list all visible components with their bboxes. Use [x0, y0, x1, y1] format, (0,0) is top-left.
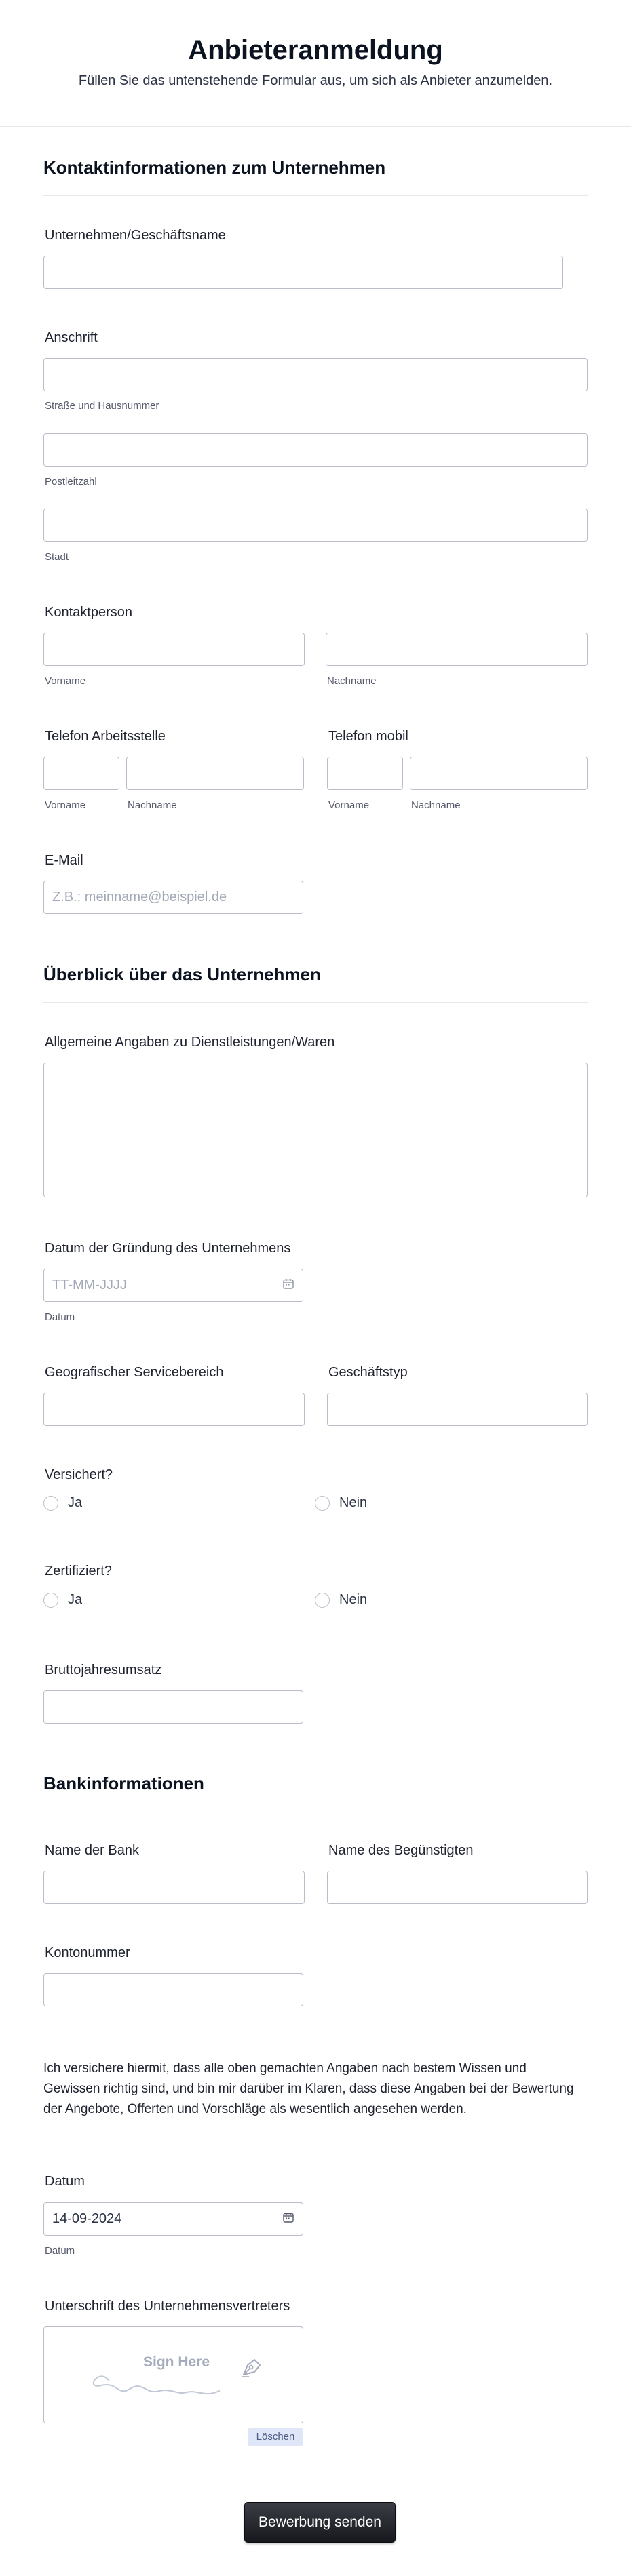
label-founding-date: Datum der Gründung des Unternehmens [45, 1241, 291, 1256]
label-bank-name: Name der Bank [45, 1843, 139, 1858]
submit-button[interactable]: Bewerbung senden [244, 2502, 396, 2543]
business-type-input[interactable] [327, 1393, 588, 1426]
radio-circle[interactable] [43, 1495, 58, 1511]
radio-insured-no[interactable]: Nein [315, 1495, 367, 1511]
general-info-textarea[interactable] [43, 1063, 588, 1197]
section-title-contact: Kontaktinformationen zum Unternehmen [43, 157, 386, 178]
radio-circle[interactable] [43, 1592, 58, 1608]
label-phone-work: Telefon Arbeitsstelle [45, 729, 166, 744]
phone-mobile-area-input[interactable] [327, 757, 403, 790]
label-contact-person: Kontaktperson [45, 605, 132, 620]
radio-circle[interactable] [315, 1592, 330, 1608]
label-signature: Unterschrift des Unternehmensvertreters [45, 2299, 290, 2314]
phone-work-area-input[interactable] [43, 757, 119, 790]
sublabel-founding-date: Datum [45, 1311, 75, 1323]
label-general-info: Allgemeine Angaben zu Dienstleistungen/W… [45, 1035, 335, 1050]
label-service-area: Geografischer Servicebereich [45, 1365, 224, 1380]
radio-certified-yes[interactable]: Ja [43, 1592, 82, 1608]
radio-label: Ja [68, 1495, 83, 1510]
form-subtitle: Füllen Sie das untenstehende Formular au… [78, 73, 553, 88]
radio-circle[interactable] [315, 1495, 330, 1511]
radio-label: Nein [339, 1495, 368, 1510]
sublabel-phone-work-first: Vorname [45, 799, 86, 811]
sublabel-last-name: Nachname [327, 675, 377, 687]
calendar-icon[interactable] [282, 1277, 294, 1294]
sublabel-street: Straße und Hausnummer [45, 400, 159, 412]
radio-label: Ja [68, 1592, 83, 1607]
phone-mobile-number-input[interactable] [410, 757, 588, 790]
phone-work-number-input[interactable] [126, 757, 304, 790]
label-account-number: Kontonummer [45, 1945, 130, 1960]
founding-date-placeholder: TT-MM-JJJJ [52, 1277, 127, 1292]
header-divider [0, 126, 631, 127]
label-date: Datum [45, 2174, 85, 2189]
label-certified: Zertifiziert? [45, 1564, 112, 1579]
city-input[interactable] [43, 509, 588, 542]
label-address: Anschrift [45, 330, 98, 345]
contact-last-name-input[interactable] [326, 633, 588, 666]
label-email: E-Mail [45, 853, 83, 868]
revenue-input[interactable] [43, 1690, 303, 1724]
radio-insured-yes[interactable]: Ja [43, 1495, 82, 1511]
section-divider [43, 1002, 588, 1003]
street-input[interactable] [43, 358, 588, 391]
signature-placeholder-text: Sign Here [143, 2354, 210, 2370]
section-divider [43, 195, 588, 196]
sublabel-city: Stadt [45, 551, 69, 563]
company-name-input[interactable] [43, 256, 563, 289]
pen-nib-icon [240, 2356, 264, 2382]
calendar-icon[interactable] [282, 2211, 294, 2227]
sublabel-first-name: Vorname [45, 675, 86, 687]
signature-pad[interactable]: Sign Here [43, 2326, 303, 2423]
section-title-overview: Überblick über das Unternehmen [43, 964, 321, 985]
sublabel-phone-work-last: Nachname [128, 799, 177, 811]
sublabel-zip: Postleitzahl [45, 476, 97, 488]
zip-input[interactable] [43, 433, 588, 467]
radio-label: Nein [339, 1592, 368, 1607]
section-title-bank: Bankinformationen [43, 1773, 204, 1794]
label-business-type: Geschäftstyp [328, 1365, 408, 1380]
contact-first-name-input[interactable] [43, 633, 305, 666]
sublabel-phone-mobile-last: Nachname [411, 799, 461, 811]
label-company-name: Unternehmen/Geschäftsname [45, 228, 226, 243]
beneficiary-input[interactable] [327, 1871, 588, 1904]
clear-signature-button[interactable]: Löschen [248, 2428, 303, 2446]
sublabel-phone-mobile-first: Vorname [328, 799, 370, 811]
label-insured: Versichert? [45, 1467, 113, 1482]
label-phone-mobile: Telefon mobil [328, 729, 408, 744]
label-beneficiary: Name des Begünstigten [328, 1843, 474, 1858]
bank-name-input[interactable] [43, 1871, 305, 1904]
radio-certified-no[interactable]: Nein [315, 1592, 367, 1608]
service-area-input[interactable] [43, 1393, 305, 1426]
founding-date-input[interactable]: TT-MM-JJJJ [43, 1269, 303, 1302]
sublabel-date: Datum [45, 2245, 75, 2257]
email-input[interactable] [43, 881, 303, 914]
form-title: Anbieteranmeldung [188, 35, 443, 65]
declaration-text: Ich versichere hiermit, dass alle oben g… [43, 2061, 574, 2116]
date-input[interactable]: 14-09-2024 [43, 2202, 303, 2236]
account-number-input[interactable] [43, 1973, 303, 2006]
label-revenue: Bruttojahresumsatz [45, 1663, 162, 1678]
date-value: 14-09-2024 [52, 2211, 122, 2226]
